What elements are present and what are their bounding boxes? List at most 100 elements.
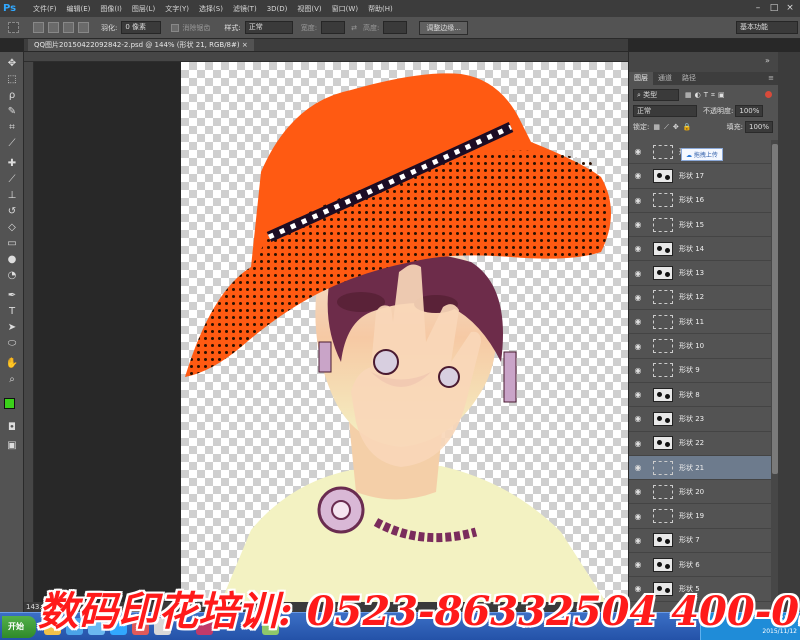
visibility-eye-icon[interactable]: ◉ <box>629 512 647 521</box>
layer-row[interactable]: ◉ 形状 17 <box>629 164 771 189</box>
screen-mode-icon[interactable]: ▣ <box>4 438 20 453</box>
visibility-eye-icon[interactable]: ◉ <box>629 220 647 229</box>
layer-row[interactable]: ◉ 形状 8 <box>629 382 771 408</box>
start-button[interactable]: 开始 <box>2 616 36 638</box>
crop-tool-icon[interactable]: ⌗ <box>4 120 20 135</box>
layer-thumbnail[interactable] <box>653 387 673 402</box>
layer-row[interactable]: ◉ 形状 21 <box>629 455 771 481</box>
layer-name[interactable]: 形状 10 <box>679 341 704 351</box>
workspace-select[interactable]: 基本功能 <box>736 21 798 34</box>
layer-row[interactable]: ◉ 形状 7 <box>629 528 771 554</box>
menu-filter[interactable]: 滤镜(T) <box>233 4 257 14</box>
visibility-eye-icon[interactable]: ◉ <box>629 487 647 496</box>
filter-type-icons[interactable]: ▦◐T⌗▣ <box>685 91 728 100</box>
layer-name[interactable]: 形状 15 <box>679 220 704 230</box>
visibility-eye-icon[interactable]: ◉ <box>629 390 647 399</box>
menu-edit[interactable]: 编辑(E) <box>67 4 91 14</box>
foreground-color-swatch[interactable] <box>4 398 15 409</box>
antialias-checkbox[interactable] <box>171 23 180 32</box>
menu-help[interactable]: 帮助(H) <box>368 4 393 14</box>
visibility-eye-icon[interactable]: ◉ <box>629 293 647 302</box>
layer-name[interactable]: 形状 23 <box>679 414 704 424</box>
blend-mode-select[interactable]: 正常 <box>633 105 697 117</box>
lock-icons[interactable]: ▦⟋✥🔒 <box>653 123 695 132</box>
layer-row[interactable]: ◉ 形状 12 <box>629 285 771 311</box>
clone-stamp-tool-icon[interactable]: ⊥ <box>4 188 20 203</box>
swap-icon[interactable]: ⇄ <box>351 24 357 32</box>
layer-name[interactable]: 形状 20 <box>679 487 704 497</box>
maximize-icon[interactable]: □ <box>768 2 780 14</box>
layer-row[interactable]: ◉ 形状 16 <box>629 188 771 213</box>
layer-thumbnail[interactable] <box>653 314 673 329</box>
canvas-area[interactable] <box>34 62 628 602</box>
layer-row[interactable]: ◉ 形状 14 <box>629 237 771 262</box>
menu-image[interactable]: 图像(I) <box>100 4 122 14</box>
width-input[interactable] <box>321 21 346 34</box>
close-icon[interactable]: × <box>784 2 796 14</box>
layer-thumbnail[interactable] <box>653 363 673 378</box>
layer-thumbnail[interactable] <box>653 290 673 305</box>
panel-collapse-icon[interactable]: » <box>765 56 770 65</box>
layer-thumbnail[interactable] <box>653 509 673 524</box>
layer-thumbnail[interactable] <box>653 168 673 183</box>
layer-thumbnail[interactable] <box>653 484 673 499</box>
layer-name[interactable]: 形状 21 <box>679 463 704 473</box>
menu-window[interactable]: 窗口(W) <box>332 4 358 14</box>
subtract-selection-icon[interactable] <box>63 22 74 33</box>
visibility-eye-icon[interactable]: ◉ <box>629 414 647 423</box>
height-input[interactable] <box>383 21 408 34</box>
dodge-tool-icon[interactable]: ◔ <box>4 268 20 283</box>
layer-row[interactable]: ◉ 形状 11 <box>629 310 771 335</box>
layer-name[interactable]: 形状 19 <box>679 511 704 521</box>
layer-row[interactable]: ◉ 形状 20 <box>629 480 771 505</box>
layer-name[interactable]: 形状 16 <box>679 195 704 205</box>
layer-name[interactable]: 形状 8 <box>679 390 700 400</box>
quick-select-tool-icon[interactable]: ✎ <box>4 104 20 119</box>
visibility-eye-icon[interactable]: ◉ <box>629 439 647 448</box>
lasso-tool-icon[interactable]: ρ <box>4 88 20 103</box>
eraser-tool-icon[interactable]: ◇ <box>4 220 20 235</box>
quick-mask-icon[interactable]: ◘ <box>4 420 20 435</box>
visibility-eye-icon[interactable]: ◉ <box>629 269 647 278</box>
path-select-tool-icon[interactable]: ➤ <box>4 320 20 335</box>
layer-name[interactable]: 形状 12 <box>679 292 704 302</box>
pen-tool-icon[interactable]: ✒ <box>4 288 20 303</box>
layer-row[interactable]: ◉ 形状 9 <box>629 358 771 383</box>
tab-paths[interactable]: 路径 <box>677 72 701 85</box>
ellipse-tool-icon[interactable]: ⬭ <box>4 336 20 351</box>
layer-row[interactable]: ◉ 形状 6 <box>629 553 771 578</box>
visibility-eye-icon[interactable]: ◉ <box>629 244 647 253</box>
gradient-tool-icon[interactable]: ▭ <box>4 236 20 251</box>
layer-name[interactable]: 形状 11 <box>679 317 704 327</box>
layer-row[interactable]: ◉ 形状 19 <box>629 504 771 529</box>
layer-row[interactable]: ◉ 形状 22 <box>629 431 771 456</box>
opacity-input[interactable]: 100% <box>735 105 764 117</box>
move-tool-icon[interactable]: ✥ <box>4 56 20 71</box>
layer-thumbnail[interactable] <box>653 217 673 232</box>
panel-menu-icon[interactable]: ≡ <box>763 72 779 85</box>
visibility-eye-icon[interactable]: ◉ <box>629 171 647 180</box>
visibility-eye-icon[interactable]: ◉ <box>629 317 647 326</box>
layer-thumbnail[interactable] <box>653 436 673 451</box>
eyedropper-tool-icon[interactable]: ⟋ <box>4 136 20 151</box>
layer-name[interactable]: 形状 14 <box>679 244 704 254</box>
style-select[interactable]: 正常 <box>244 21 293 34</box>
intersect-selection-icon[interactable] <box>78 22 89 33</box>
feather-input[interactable]: 0 像素 <box>121 21 162 34</box>
healing-brush-tool-icon[interactable]: ✚ <box>4 156 20 171</box>
layer-thumbnail[interactable] <box>653 460 673 475</box>
document-canvas[interactable] <box>181 62 628 602</box>
layer-name[interactable]: 形状 6 <box>679 560 700 570</box>
menu-select[interactable]: 选择(S) <box>199 4 223 14</box>
history-brush-tool-icon[interactable]: ↺ <box>4 204 20 219</box>
visibility-eye-icon[interactable]: ◉ <box>629 463 647 472</box>
layer-row[interactable]: ◉ 形状 23 <box>629 407 771 432</box>
filter-kind-select[interactable]: ⌕ 类型 <box>633 89 679 101</box>
fill-input[interactable]: 100% <box>745 121 773 133</box>
filter-toggle-icon[interactable] <box>765 91 772 98</box>
layer-row[interactable]: ◉ 形状 13 <box>629 261 771 286</box>
visibility-eye-icon[interactable]: ◉ <box>629 147 647 156</box>
document-tab[interactable]: QQ图片20150422092842-2.psd @ 144% (形状 21, … <box>28 39 254 51</box>
type-tool-icon[interactable]: T <box>4 304 20 319</box>
layer-thumbnail[interactable] <box>653 533 673 548</box>
